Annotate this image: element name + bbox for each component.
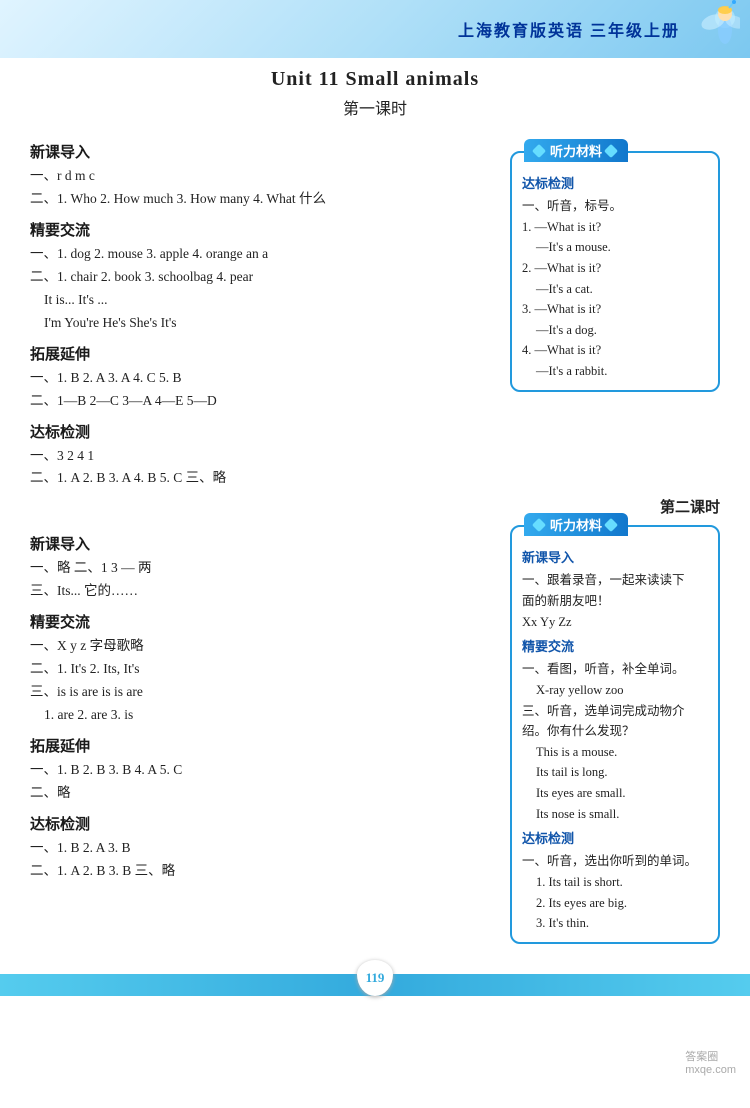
line-tz-2-2: 二、略 — [30, 782, 500, 805]
tinglibox2-header3: 达标检测 — [522, 828, 708, 847]
tl2-new-2: Xx Yy Zz — [522, 612, 708, 633]
tl2-jy-0: 一、看图，听音，补全单词。 — [522, 659, 708, 680]
tinglibox1-line4: —It's a cat. — [536, 279, 708, 300]
page-number: 119 — [357, 960, 393, 996]
line-db-2-1: 一、1. B 2. A 3. B — [30, 837, 500, 860]
line-db-1-2: 二、1. A 2. B 3. A 4. B 5. C 三、略 — [30, 467, 500, 490]
diamond-icon4 — [604, 518, 618, 532]
tl2-db-0: 一、听音，选出你听到的单词。 — [522, 851, 708, 872]
line-jy-2-4: 1. are 2. are 3. is — [44, 704, 500, 727]
line-db-1-1: 一、3 2 4 1 — [30, 445, 500, 468]
tinglibox1-line6: —It's a dog. — [536, 320, 708, 341]
tinglibox1-line8: —It's a rabbit. — [536, 361, 708, 382]
section-dabiao-1: 达标检测 — [30, 421, 500, 442]
tinglibox1-container: 听力材料 达标检测 一、听音，标号。 1. —What is it? —It's… — [510, 133, 720, 490]
tl2-jy-7: Its nose is small. — [536, 804, 708, 825]
line-tz-1-1: 一、1. B 2. A 3. A 4. C 5. B — [30, 367, 500, 390]
header: 上海教育版英语 三年级上册 — [0, 0, 750, 58]
main-content: Unit 11 Small animals 第一课时 新课导入 一、r d m … — [0, 58, 750, 964]
section-jingyao-1: 精要交流 — [30, 219, 500, 240]
tinglibox2-container: 听力材料 新课导入 一、跟着录音，一起来读读下 面的新朋友吧！ Xx Yy Zz… — [510, 525, 720, 953]
diamond-icon1 — [532, 143, 546, 157]
tinglibox1-inner-header: 达标检测 — [522, 173, 708, 192]
lesson1-title: 第一课时 — [30, 95, 720, 119]
watermark: 答案圈mxqe.com — [685, 1048, 736, 1076]
section-jingyao-2: 精要交流 — [30, 611, 500, 632]
tl2-jy-2: 三、听音，选单词完成动物介 — [522, 701, 708, 722]
unit-title: Unit 11 Small animals — [30, 68, 720, 91]
tl2-db-3: 3. It's thin. — [536, 913, 708, 934]
tinglibox1-line2: —It's a mouse. — [536, 237, 708, 258]
tinglibox1-line5: 3. —What is it? — [522, 299, 708, 320]
tl2-db-2: 2. Its eyes are big. — [536, 893, 708, 914]
lesson2-left: 新课导入 一、略 二、1 3 — 两 三、Its... 它的…… 精要交流 一、… — [30, 525, 500, 953]
tinglibox1: 听力材料 达标检测 一、听音，标号。 1. —What is it? —It's… — [510, 151, 720, 392]
bottom-bar: 119 — [0, 974, 750, 996]
line-jy-1-3: It is... It's ... — [44, 289, 500, 312]
section-xinkdaoru-2: 新课导入 — [30, 533, 500, 554]
header-title: 上海教育版英语 三年级上册 — [458, 17, 680, 41]
tinglibox2-header2: 精要交流 — [522, 636, 708, 655]
diamond-icon2 — [604, 143, 618, 157]
line-jy-1-2: 二、1. chair 2. book 3. schoolbag 4. pear — [30, 266, 500, 289]
tl2-jy-5: Its tail is long. — [536, 762, 708, 783]
tinglibox2-header1: 新课导入 — [522, 547, 708, 566]
tl2-new-0: 一、跟着录音，一起来读读下 — [522, 570, 708, 591]
tl2-new-1: 面的新朋友吧！ — [522, 591, 708, 612]
tinglibox2-label: 听力材料 — [524, 513, 628, 536]
tinglibox1-line7: 4. —What is it? — [522, 340, 708, 361]
line-jy-2-2: 二、1. It's 2. Its, It's — [30, 658, 500, 681]
line-xkdr-1-1: 一、r d m c — [30, 165, 500, 188]
line-xkdr-1-2: 二、1. Who 2. How much 3. How many 4. What… — [30, 188, 500, 211]
line-db-2-2: 二、1. A 2. B 3. B 三、略 — [30, 860, 500, 883]
line-jy-1-1: 一、1. dog 2. mouse 3. apple 4. orange an … — [30, 243, 500, 266]
line-tz-2-1: 一、1. B 2. B 3. B 4. A 5. C — [30, 759, 500, 782]
tl2-db-1: 1. Its tail is short. — [536, 872, 708, 893]
tinglibox1-line0: 一、听音，标号。 — [522, 196, 708, 217]
line-xkdr-2-1: 一、略 二、1 3 — 两 — [30, 557, 500, 580]
tl2-jy-1: X-ray yellow zoo — [536, 680, 708, 701]
diamond-icon3 — [532, 518, 546, 532]
tinglibox1-line3: 2. —What is it? — [522, 258, 708, 279]
line-jy-2-3: 三、is is are is is are — [30, 681, 500, 704]
tinglibox2: 听力材料 新课导入 一、跟着录音，一起来读读下 面的新朋友吧！ Xx Yy Zz… — [510, 525, 720, 943]
lesson1-section: 新课导入 一、r d m c 二、1. Who 2. How much 3. H… — [30, 133, 720, 490]
section-tuzhan-2: 拓展延伸 — [30, 735, 500, 756]
fairy-icon — [685, 0, 740, 58]
lesson2-section: 新课导入 一、略 二、1 3 — 两 三、Its... 它的…… 精要交流 一、… — [30, 525, 720, 953]
section-dabiao-2: 达标检测 — [30, 813, 500, 834]
tinglibox1-line1: 1. —What is it? — [522, 217, 708, 238]
line-jy-2-1: 一、X y z 字母歌略 — [30, 635, 500, 658]
line-tz-1-2: 二、1—B 2—C 3—A 4—E 5—D — [30, 390, 500, 413]
line-xkdr-2-2: 三、Its... 它的…… — [30, 580, 500, 603]
section-tuzhan-1: 拓展延伸 — [30, 343, 500, 364]
lesson1-left: 新课导入 一、r d m c 二、1. Who 2. How much 3. H… — [30, 133, 500, 490]
tl2-jy-6: Its eyes are small. — [536, 783, 708, 804]
tl2-jy-3: 绍。你有什么发现？ — [522, 721, 708, 742]
line-jy-1-4: I'm You're He's She's It's — [44, 312, 500, 335]
tinglibox1-label: 听力材料 — [524, 139, 628, 162]
tl2-jy-4: This is a mouse. — [536, 742, 708, 763]
section-xinkdaoru-1: 新课导入 — [30, 141, 500, 162]
